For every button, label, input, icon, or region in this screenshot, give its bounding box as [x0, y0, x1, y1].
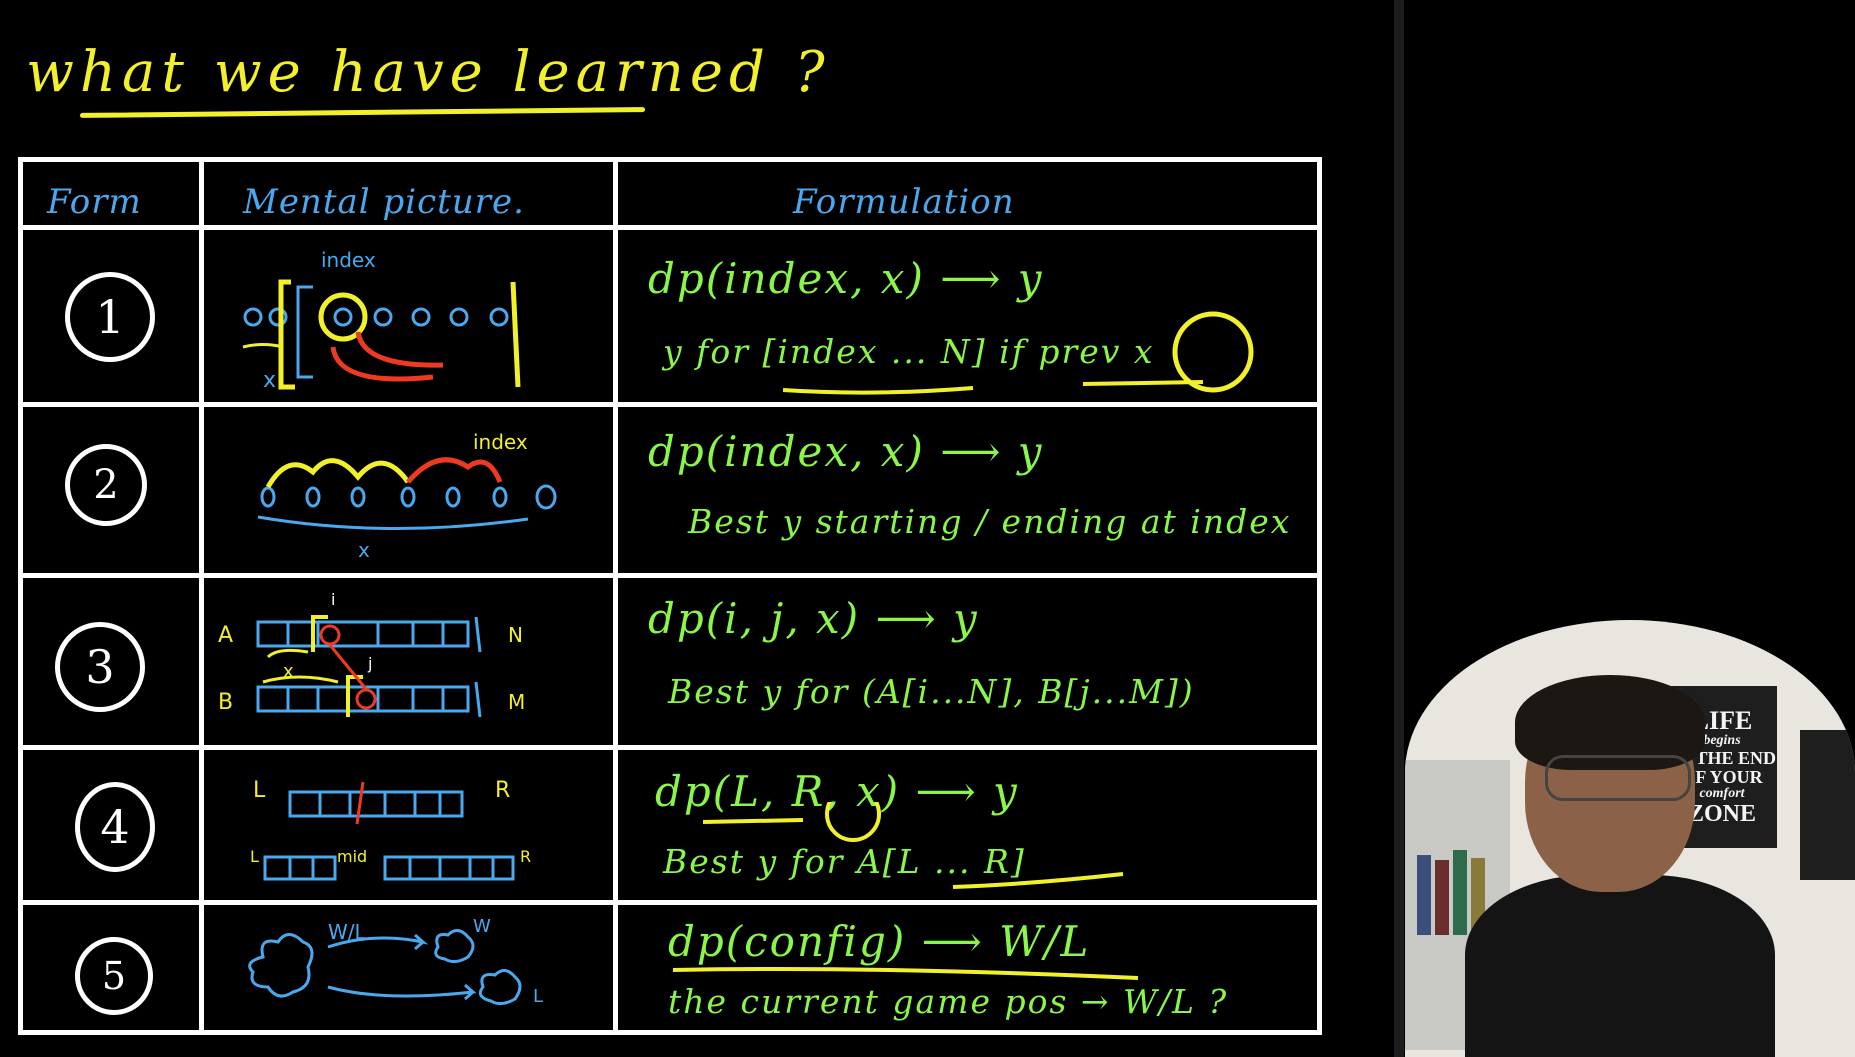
label-i: i — [331, 590, 335, 609]
label-l: L — [533, 986, 543, 1007]
formulation-5-dp: dp(config) ⟶ W/L — [668, 917, 1091, 966]
row-number-2: 2 — [65, 444, 147, 526]
formulation-1-circle — [1172, 311, 1254, 393]
mental-picture-5: W/L W L — [248, 917, 543, 1007]
formulation-2-desc: Best y starting / ending at index — [688, 502, 1292, 541]
label-N: N — [508, 623, 523, 647]
poster-line-2: begins — [1703, 733, 1741, 749]
row-divider-4 — [23, 900, 1317, 905]
whiteboard: what we have learned ? Form Mental pictu… — [0, 0, 1390, 1057]
row-divider-2 — [23, 573, 1317, 578]
presenter-glasses — [1545, 755, 1691, 801]
mental-picture-4: L R L mid R — [250, 778, 531, 881]
formulation-3-dp: dp(i, j, x) ⟶ y — [648, 594, 979, 643]
formulation-4-highlights — [703, 802, 1124, 889]
header-divider — [23, 225, 1317, 230]
row-divider-3 — [23, 745, 1317, 750]
label-B: B — [218, 690, 233, 715]
label-index: index — [321, 248, 376, 272]
summary-table: Form Mental picture. Formulation 1 index… — [18, 157, 1322, 1035]
header-formulation: Formulation — [793, 182, 1015, 222]
label-index-2: index — [473, 430, 528, 454]
label-L: L — [253, 778, 266, 803]
label-R: R — [495, 778, 510, 803]
label-M: M — [508, 690, 525, 714]
label-mid: mid — [337, 847, 367, 866]
label-j: j — [367, 654, 372, 673]
label-R-2: R — [520, 847, 531, 866]
title-underline — [79, 107, 646, 118]
header-form: Form — [47, 182, 142, 222]
mental-picture-1: index x — [242, 248, 521, 392]
label-x-2: x — [358, 538, 370, 562]
label-x-3: x — [283, 661, 294, 682]
presenter-body — [1465, 875, 1775, 1057]
label-wl: W/L — [328, 920, 367, 944]
formulation-5-underline — [673, 967, 1139, 980]
mental-picture-2: index x — [257, 430, 557, 562]
formulation-3-desc: Best y for (A[i...N], B[j...M]) — [668, 672, 1195, 711]
row-number-5: 5 — [75, 937, 153, 1015]
second-poster — [1800, 730, 1855, 880]
row-number-1: 1 — [65, 272, 155, 362]
formulation-1-dp: dp(index, x) ⟶ y — [648, 254, 1044, 303]
label-w: W — [473, 917, 491, 937]
row-number-3: 3 — [55, 622, 145, 712]
label-A: A — [218, 623, 233, 648]
label-x: x — [263, 368, 276, 392]
header-mental-picture: Mental picture. — [243, 182, 525, 222]
mental-picture-3: A B N M i j x — [218, 590, 525, 718]
poster-line-5: comfort — [1699, 785, 1745, 801]
formulation-2-dp: dp(index, x) ⟶ y — [648, 427, 1044, 476]
row-number-4: 4 — [75, 782, 155, 872]
poster-line-6: ZONE — [1687, 800, 1756, 827]
row-divider-1 — [23, 402, 1317, 407]
webcam-overlay: LIFE begins AT THE END OF YOUR comfort Z… — [1405, 620, 1855, 1057]
formulation-5-desc: the current game pos → W/L ? — [668, 982, 1229, 1021]
label-L-2: L — [250, 847, 259, 866]
panel-divider — [1394, 0, 1404, 1057]
page-title: what we have learned ? — [26, 40, 831, 105]
